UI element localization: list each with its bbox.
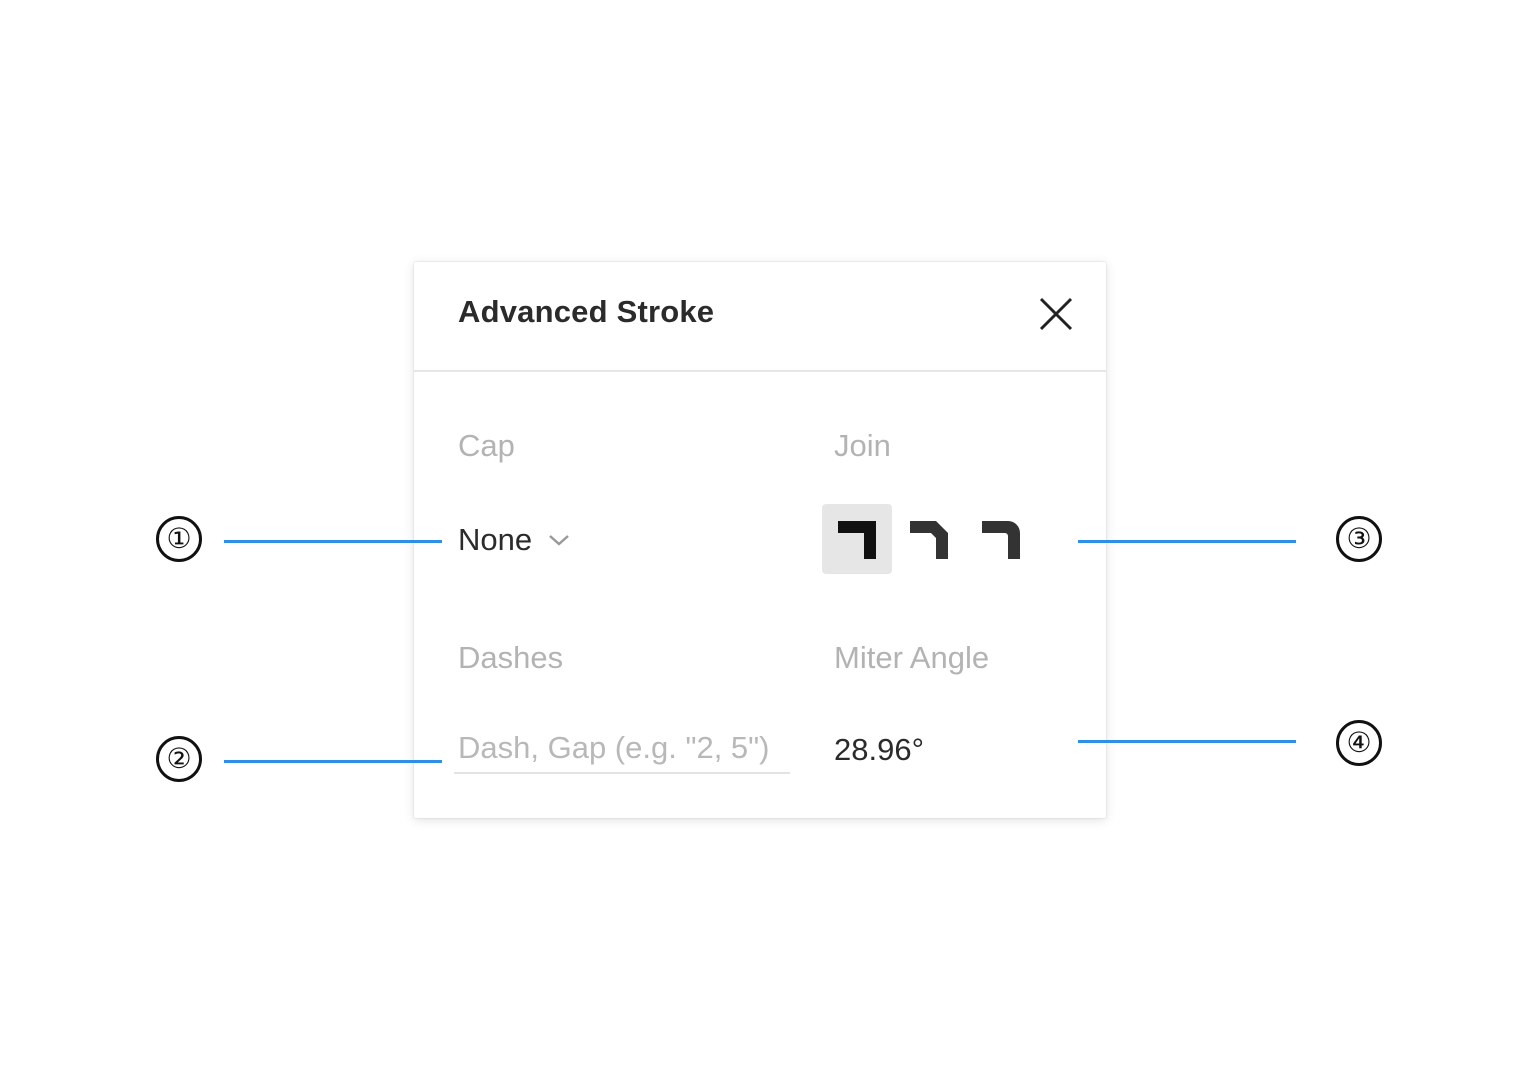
- close-icon: [1039, 297, 1073, 331]
- canvas: Advanced Stroke Cap Join None Dashes Mit…: [0, 0, 1520, 1078]
- callout-line-2: [224, 760, 442, 763]
- miter-angle-value[interactable]: 28.96°: [834, 732, 924, 768]
- callout-number-1: ①: [156, 516, 202, 562]
- round-join-icon: [982, 521, 1020, 559]
- chevron-down-icon: [549, 535, 569, 546]
- miter-angle-label: Miter Angle: [834, 640, 990, 675]
- panel-title: Advanced Stroke: [458, 294, 715, 329]
- join-bevel-button[interactable]: [894, 504, 964, 574]
- callout-line-1: [224, 540, 442, 543]
- close-button[interactable]: [1034, 292, 1078, 336]
- advanced-stroke-panel: Advanced Stroke Cap Join None Dashes Mit…: [414, 262, 1106, 818]
- dashes-input[interactable]: [454, 724, 790, 774]
- join-miter-button[interactable]: [822, 504, 892, 574]
- join-round-button[interactable]: [966, 504, 1036, 574]
- cap-dropdown[interactable]: None: [458, 518, 570, 562]
- cap-label: Cap: [458, 428, 515, 463]
- callout-number-2: ②: [156, 736, 202, 782]
- miter-join-icon: [838, 521, 876, 559]
- callout-line-3: [1078, 540, 1296, 543]
- callout-number-4: ④: [1336, 720, 1382, 766]
- panel-header: Advanced Stroke: [414, 262, 1106, 372]
- join-options: [822, 504, 1036, 574]
- dashes-label: Dashes: [458, 640, 564, 675]
- callout-number-3: ③: [1336, 516, 1382, 562]
- callout-line-4: [1078, 740, 1296, 743]
- cap-value: None: [458, 522, 533, 557]
- bevel-join-icon: [910, 521, 948, 559]
- join-label: Join: [834, 428, 891, 463]
